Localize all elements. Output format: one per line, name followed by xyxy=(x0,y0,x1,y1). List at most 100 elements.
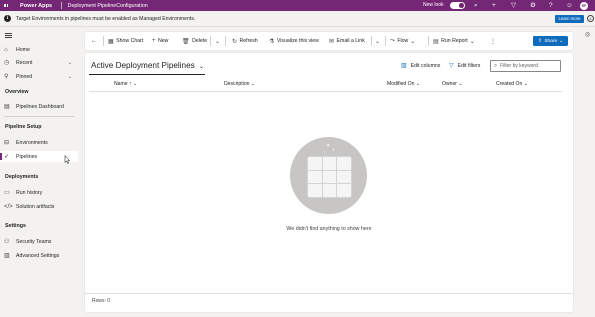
sparkle-icon: ✦ xyxy=(323,150,326,154)
view-title: Active Deployment Pipelines xyxy=(91,61,195,70)
sidebar-item-security-teams[interactable]: ⚇ Security Teams xyxy=(0,236,78,247)
sidebar-item-label: Advanced Settings xyxy=(16,252,60,259)
delete-button[interactable]: 🗑︎ Delete xyxy=(182,32,207,50)
refresh-button[interactable]: ↻ Refresh xyxy=(232,32,258,50)
column-header-modified-on[interactable]: Modified On ⌄ xyxy=(387,81,420,87)
trash-icon: 🗑︎ xyxy=(182,38,190,45)
column-header-name[interactable]: Name ↑ ⌄ xyxy=(114,81,137,87)
edit-columns-label: Edit columns xyxy=(410,62,441,69)
empty-grid-icon xyxy=(307,156,352,198)
mail-icon: ✉ xyxy=(329,38,335,45)
chevron-down-icon[interactable]: ⌄ xyxy=(68,60,72,66)
sidebar-item-pipelines-dashboard[interactable]: ▤ Pipelines Dashboard xyxy=(0,101,78,112)
gear-icon[interactable]: ⚙ xyxy=(530,1,536,10)
sidebar-item-pinned[interactable]: ⚲ Pinned ⌄ xyxy=(0,71,78,82)
column-header-label: Modified On xyxy=(387,81,415,87)
copilot-icon[interactable]: ◎ xyxy=(585,31,590,38)
filter-by-keyword-input[interactable]: ⌕ Filter by keyword xyxy=(490,60,561,72)
sidebar-item-label: Run history xyxy=(16,189,43,196)
info-icon: i xyxy=(4,15,11,22)
footer-divider xyxy=(85,293,573,294)
email-dropdown[interactable]: ⌄ xyxy=(375,32,383,50)
empty-state-message: We didn't find anything to show here xyxy=(286,226,372,232)
sidebar-item-run-history[interactable]: ▭ Run history xyxy=(0,187,78,198)
sparkle-icon: ✦ xyxy=(326,143,331,149)
section-title-pipeline-setup: Pipeline Setup xyxy=(5,124,42,130)
new-button[interactable]: + New xyxy=(152,32,168,50)
command-divider xyxy=(103,36,104,46)
command-divider xyxy=(210,36,211,46)
edit-columns-button[interactable]: ▥ Edit columns xyxy=(401,62,441,70)
view-selector[interactable]: Active Deployment Pipelines ⌄ xyxy=(91,61,204,70)
search-icon[interactable]: ⌕ xyxy=(474,1,478,10)
mouse-cursor xyxy=(64,154,71,164)
columns-icon: ▥ xyxy=(401,63,407,69)
app-name[interactable]: Power Apps xyxy=(20,3,52,9)
help-icon[interactable]: ? xyxy=(549,1,553,10)
chevron-down-icon: ⌄ xyxy=(523,81,529,87)
user-icon[interactable]: ☺ xyxy=(566,1,573,10)
chevron-down-icon: ⌄ xyxy=(215,38,221,45)
edit-filters-button[interactable]: ▽ Edit filters xyxy=(449,62,481,70)
new-look-label: New look xyxy=(423,2,444,8)
chevron-down-icon[interactable]: ⌄ xyxy=(68,74,72,80)
visualize-button[interactable]: ⚗ Visualize this view xyxy=(269,32,319,50)
new-look-toggle[interactable] xyxy=(450,2,465,9)
view-title-underline xyxy=(89,73,205,75)
sidebar-item-recent[interactable]: ◷ Recent ⌄ xyxy=(0,57,78,68)
refresh-icon: ↻ xyxy=(232,38,238,45)
run-report-button[interactable]: ▤ Run Report ⌄ xyxy=(433,32,477,50)
share-button[interactable]: ⇪ Share ⌄ xyxy=(533,36,568,46)
section-title-overview: Overview xyxy=(5,89,29,95)
flow-icon: ⤳ xyxy=(390,37,395,44)
sidebar-item-advanced-settings[interactable]: ▥ Advanced Settings xyxy=(0,250,78,261)
chevron-down-icon: ⌄ xyxy=(199,64,205,70)
sidebar-item-label: Pipelines Dashboard xyxy=(16,103,64,110)
flow-button[interactable]: ⤳ Flow ⌄ xyxy=(390,32,418,50)
chevron-down-icon: ⌄ xyxy=(250,81,256,87)
learn-more-button[interactable]: Learn more xyxy=(555,14,584,24)
clock-icon: ◷ xyxy=(4,60,10,66)
title-divider xyxy=(61,2,62,9)
app-launcher-icon[interactable] xyxy=(4,3,8,8)
view-panel: Active Deployment Pipelines ⌄ ▥ Edit colu… xyxy=(85,53,573,312)
delete-dropdown[interactable]: ⌄ xyxy=(215,32,223,50)
command-divider xyxy=(225,36,226,46)
command-divider xyxy=(371,36,372,46)
sidebar-item-environments[interactable]: ⊟ Environments xyxy=(0,137,78,148)
close-icon[interactable]: ✕ xyxy=(587,14,594,22)
environment-icon: ⊟ xyxy=(4,140,10,146)
new-label: New xyxy=(158,38,169,44)
home-icon: ⌂ xyxy=(4,46,8,53)
dashboard-icon: ▤ xyxy=(4,104,10,110)
email-link-button[interactable]: ✉ Email a Link xyxy=(329,32,365,50)
filter-icon[interactable]: ▽ xyxy=(511,1,516,10)
column-header-label: Description xyxy=(224,81,250,87)
chevron-down-icon: ⌄ xyxy=(469,38,475,45)
hamburger-icon[interactable] xyxy=(5,33,12,39)
filter-placeholder: Filter by keyword xyxy=(500,63,538,69)
code-icon: </> xyxy=(4,203,13,210)
top-app-bar: Power Apps Deployment PipelineConfigurat… xyxy=(0,0,595,11)
plus-icon: + xyxy=(152,38,156,44)
run-report-label: Run Report xyxy=(441,38,468,44)
avatar[interactable]: RP xyxy=(580,1,588,10)
pin-icon: ⚲ xyxy=(4,74,9,80)
plus-icon[interactable]: + xyxy=(492,1,496,10)
visualize-label: Visualize this view xyxy=(276,38,319,44)
edit-filters-label: Edit filters xyxy=(457,62,481,69)
share-icon: ⇪ xyxy=(537,38,542,44)
sidebar-item-home[interactable]: ⌂ Home xyxy=(0,44,78,55)
chevron-down-icon: ⌄ xyxy=(559,38,564,44)
sidebar-item-label: Solution artifacts xyxy=(16,203,55,210)
back-button[interactable]: ← xyxy=(91,32,100,50)
more-commands-button[interactable]: ⋮ xyxy=(490,32,499,50)
column-header-label: Owner xyxy=(442,81,458,87)
sidebar-item-solution-artifacts[interactable]: </> Solution artifacts xyxy=(0,201,78,212)
column-header-owner[interactable]: Owner ⌄ xyxy=(442,81,463,87)
sidebar-item-label: Environments xyxy=(16,139,48,146)
show-chart-button[interactable]: ▦ Show Chart xyxy=(108,32,143,50)
sidebar-item-label: Security Teams xyxy=(16,238,52,245)
column-header-description[interactable]: Description ⌄ xyxy=(224,81,255,87)
column-header-created-on[interactable]: Created On ⌄ xyxy=(496,81,528,87)
